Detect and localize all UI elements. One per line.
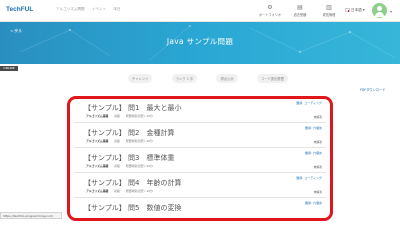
tab-submission-history[interactable]: コード提出履歴: [256, 74, 288, 83]
pdf-download-link[interactable]: PDFダウンロード: [360, 87, 385, 92]
tab-score[interactable]: 得点公示: [216, 74, 238, 83]
portfolio-label: ポートフォリオ: [258, 13, 282, 17]
techful-logo[interactable]: TechFUL: [6, 6, 33, 13]
tab-challenge[interactable]: チャレンジ: [128, 74, 153, 83]
history-label: 過去受験: [293, 13, 307, 17]
tab-rank[interactable]: ランク 2 中: [171, 74, 198, 83]
language-selector[interactable]: 日本語 ▾: [345, 8, 365, 13]
growth-icon: ▥: [326, 4, 332, 11]
nav-link-today[interactable]: 本日: [113, 7, 120, 11]
page-title: Java サンプル問題: [166, 37, 234, 46]
nav-link-algorithm[interactable]: アルゴリズム問題: [56, 7, 85, 11]
user-avatar[interactable]: [372, 3, 387, 18]
online-badge: ONLINE: [0, 66, 18, 71]
japan-flag-icon: [345, 8, 350, 12]
top-nav-links: アルゴリズム問題 イベント 本日: [56, 7, 127, 12]
history-icon: ▤: [297, 4, 303, 11]
growth-button[interactable]: ▥ 成長管理: [313, 4, 345, 17]
portfolio-icon: ⚙: [267, 4, 273, 11]
nav-link-event[interactable]: イベント: [92, 7, 106, 11]
page-banner: < 戻る Java サンプル問題: [0, 22, 400, 64]
tab-bar: チャレンジ ランク 2 中 得点公示 コード提出履歴: [128, 73, 288, 84]
browser-status-bar: https://techful-programming.com: [0, 212, 62, 219]
top-navbar: TechFUL アルゴリズム問題 イベント 本日 ⚙ ポートフォリオ ▤ 過去受…: [0, 0, 400, 22]
chevron-down-icon[interactable]: ▾: [390, 9, 392, 14]
back-link[interactable]: < 戻る: [10, 28, 22, 34]
growth-label: 成長管理: [322, 13, 336, 17]
portfolio-button[interactable]: ⚙ ポートフォリオ: [254, 4, 286, 17]
history-button[interactable]: ▤ 過去受験: [284, 4, 316, 17]
highlight-frame: [67, 96, 333, 221]
language-label: 日本語: [351, 8, 362, 12]
